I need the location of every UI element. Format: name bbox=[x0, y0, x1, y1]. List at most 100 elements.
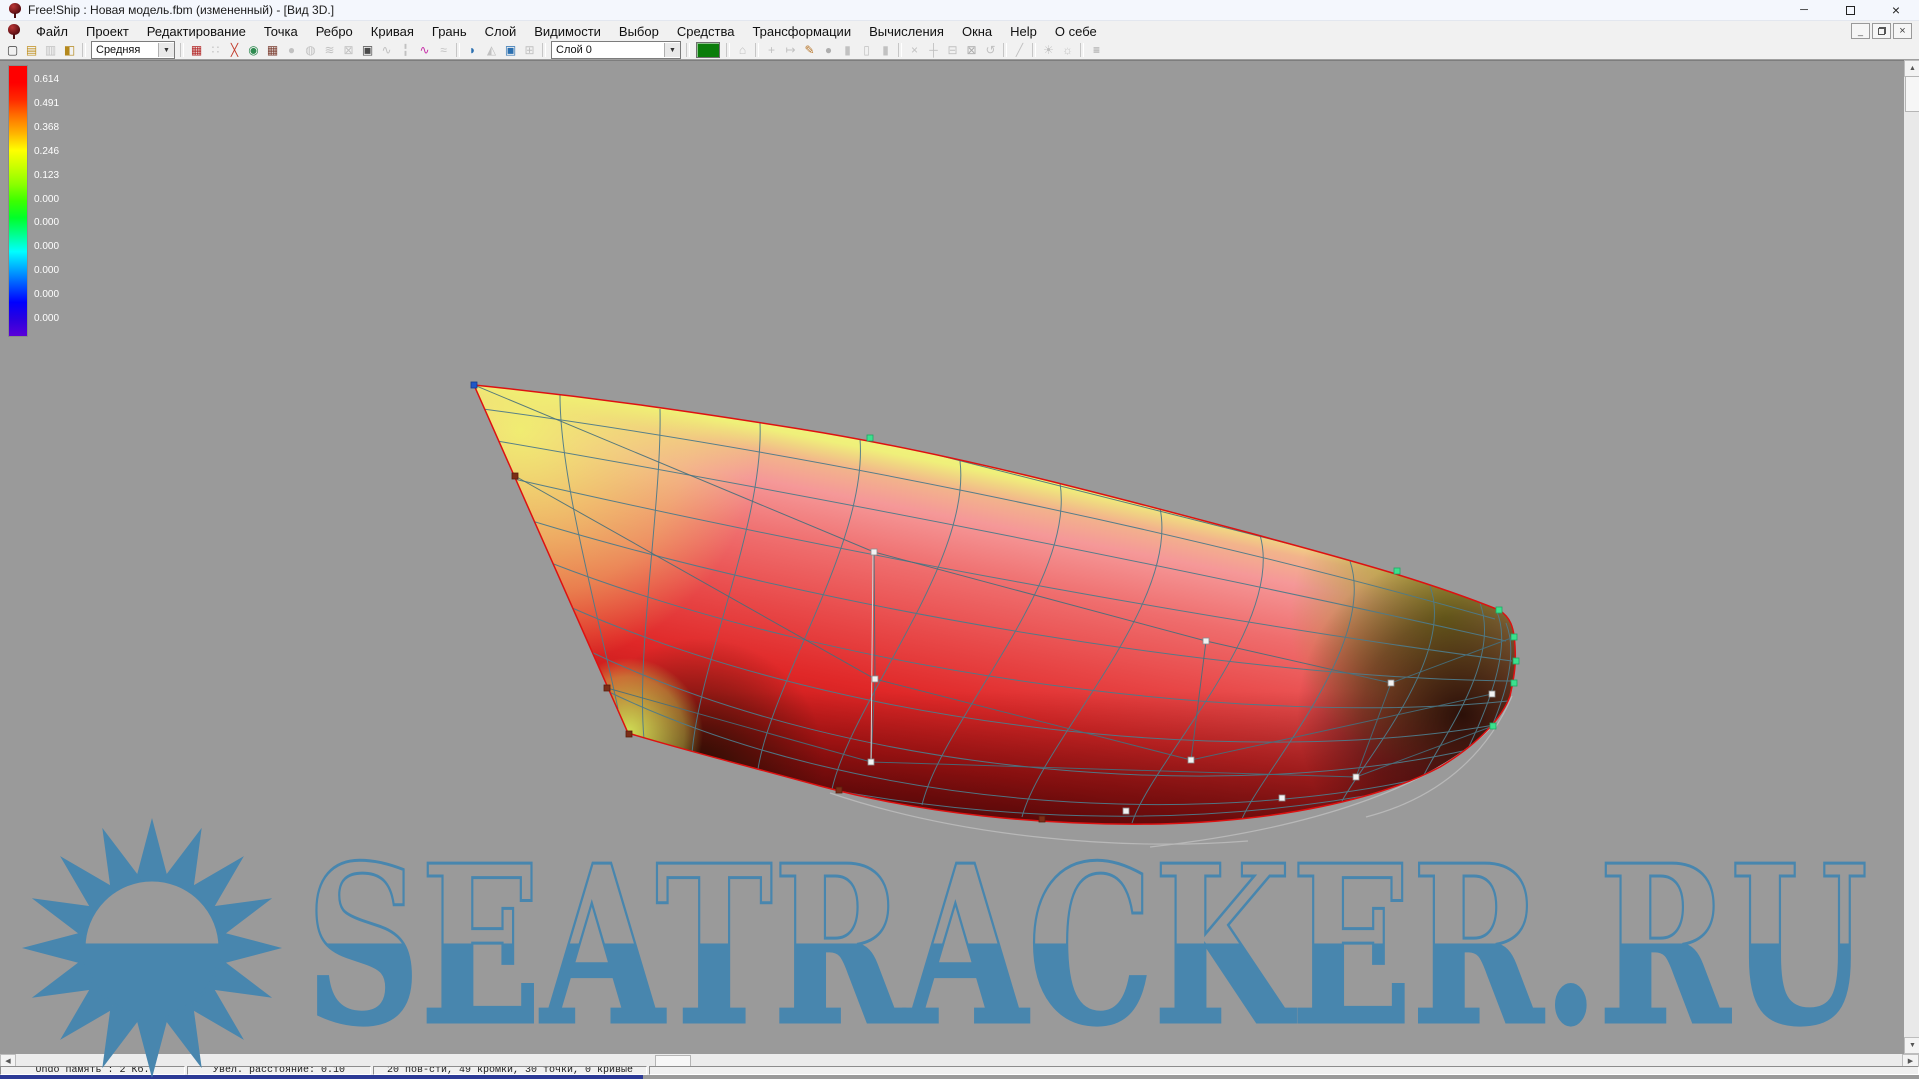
four-views-button[interactable]: ⊞ bbox=[520, 42, 539, 58]
ambient-light-button[interactable]: ☼ bbox=[1058, 42, 1077, 58]
menu-item-2[interactable]: Проект bbox=[77, 22, 138, 41]
delete-selection-button[interactable]: ≡ bbox=[1087, 42, 1106, 58]
control-point[interactable] bbox=[871, 549, 877, 555]
menu-item-16[interactable]: О себе bbox=[1046, 22, 1106, 41]
menu-item-13[interactable]: Вычисления bbox=[860, 22, 953, 41]
show-normals-button[interactable]: ⊠ bbox=[339, 42, 358, 58]
menu-item-8[interactable]: Слой bbox=[476, 22, 526, 41]
control-point[interactable] bbox=[1203, 638, 1209, 644]
open-model-button[interactable]: ▤ bbox=[22, 42, 41, 58]
control-points[interactable] bbox=[471, 382, 1519, 822]
shade-surface-icon: ● bbox=[288, 44, 295, 56]
toolbar-group: ⌂ bbox=[733, 42, 752, 58]
maximize-restore-button[interactable] bbox=[1827, 0, 1873, 20]
corner-point[interactable] bbox=[626, 731, 632, 737]
unlock-all-points-button[interactable]: ▮ bbox=[876, 42, 895, 58]
layer-color-swatch[interactable] bbox=[696, 42, 720, 58]
control-point[interactable] bbox=[1353, 774, 1359, 780]
control-point[interactable] bbox=[1188, 757, 1194, 763]
show-curvature-plot-button[interactable]: ∿ bbox=[415, 42, 434, 58]
flip-normals-button[interactable]: ● bbox=[819, 42, 838, 58]
vertical-scrollbar[interactable]: ▲ ▼ bbox=[1904, 60, 1919, 1054]
menu-item-14[interactable]: Окна bbox=[953, 22, 1001, 41]
unlock-points-button[interactable]: ▯ bbox=[857, 42, 876, 58]
developability-check-button[interactable]: ◍ bbox=[301, 42, 320, 58]
selected-point[interactable] bbox=[1511, 634, 1517, 640]
selected-point[interactable] bbox=[1511, 680, 1517, 686]
extrude-edge-button[interactable]: ↺ bbox=[981, 42, 1000, 58]
subdivide-net-button[interactable]: ⊠ bbox=[962, 42, 981, 58]
show-waterlines-button[interactable]: ∿ bbox=[377, 42, 396, 58]
profile-view-button[interactable]: ◭ bbox=[482, 42, 501, 58]
menu-item-15[interactable]: Help bbox=[1001, 22, 1046, 41]
menu-item-9[interactable]: Видимости bbox=[525, 22, 610, 41]
menu-item-3[interactable]: Редактирование bbox=[138, 22, 255, 41]
control-point[interactable] bbox=[1123, 808, 1129, 814]
add-point-button[interactable]: + bbox=[762, 42, 781, 58]
vertical-scroll-thumb[interactable] bbox=[1905, 76, 1919, 112]
save-model-button[interactable]: ▥ bbox=[41, 42, 60, 58]
show-control-net-button[interactable]: ▦ bbox=[187, 42, 206, 58]
control-point[interactable] bbox=[868, 759, 874, 765]
lock-points-button[interactable]: ▮ bbox=[838, 42, 857, 58]
control-point[interactable] bbox=[1489, 691, 1495, 697]
menu-item-7[interactable]: Грань bbox=[423, 22, 476, 41]
mdi-restore-button[interactable] bbox=[1872, 23, 1891, 39]
viewport-3d[interactable]: 0.6140.4910.3680.2460.1230.0000.0000.000… bbox=[0, 60, 1904, 1055]
gaussian-curvature-button[interactable]: ◉ bbox=[244, 42, 263, 58]
menu-item-11[interactable]: Средства bbox=[668, 22, 744, 41]
menu-item-12[interactable]: Трансформации bbox=[743, 22, 860, 41]
fair-curve-button[interactable]: ≈ bbox=[434, 42, 453, 58]
control-point[interactable] bbox=[872, 676, 878, 682]
selected-point[interactable] bbox=[1394, 568, 1400, 574]
close-button[interactable]: × bbox=[1873, 0, 1919, 20]
collapse-point-button[interactable]: × bbox=[905, 42, 924, 58]
menu-item-4[interactable]: Точка bbox=[255, 22, 307, 41]
align-points-button[interactable]: ↦ bbox=[781, 42, 800, 58]
insert-plane-button[interactable]: ┼ bbox=[924, 42, 943, 58]
minimize-button[interactable]: ─ bbox=[1781, 0, 1827, 20]
mdi-child-icon[interactable] bbox=[8, 24, 21, 39]
menu-item-10[interactable]: Выбор bbox=[610, 22, 668, 41]
corner-point[interactable] bbox=[1039, 816, 1045, 822]
insert-edge-button[interactable]: ╱ bbox=[1010, 42, 1029, 58]
layer-combobox[interactable]: Слой 0▼ bbox=[551, 41, 681, 59]
chevron-down-icon[interactable]: ▼ bbox=[158, 43, 174, 57]
zebra-shading-button[interactable]: ≋ bbox=[320, 42, 339, 58]
light-settings-button[interactable]: ☀ bbox=[1039, 42, 1058, 58]
show-interior-edges-button[interactable]: ╳ bbox=[225, 42, 244, 58]
control-point[interactable] bbox=[1388, 680, 1394, 686]
corner-point[interactable] bbox=[836, 787, 842, 793]
scroll-down-arrow-icon[interactable]: ▼ bbox=[1904, 1037, 1919, 1054]
wireframe-view-button[interactable]: ▣ bbox=[358, 42, 377, 58]
new-model-button[interactable]: ▢ bbox=[3, 42, 22, 58]
corner-point[interactable] bbox=[604, 685, 610, 691]
control-point[interactable] bbox=[1279, 795, 1285, 801]
menu-item-6[interactable]: Кривая bbox=[362, 22, 423, 41]
show-control-points-button[interactable]: ∷ bbox=[206, 42, 225, 58]
horizontal-scrollbar[interactable]: ◀ ▶ bbox=[0, 1054, 1919, 1066]
layer-properties-button[interactable]: ⌂ bbox=[733, 42, 752, 58]
corner-point[interactable] bbox=[512, 473, 518, 479]
new-face-button[interactable]: ✎ bbox=[800, 42, 819, 58]
intersect-layers-button[interactable]: ⊟ bbox=[943, 42, 962, 58]
mdi-close-button[interactable]: × bbox=[1893, 23, 1912, 39]
selected-point[interactable] bbox=[1490, 723, 1496, 729]
exit-button[interactable]: ◧ bbox=[60, 42, 79, 58]
precision-combobox[interactable]: Средняя▼ bbox=[91, 41, 175, 59]
anchor-point[interactable] bbox=[471, 382, 477, 388]
selected-point[interactable] bbox=[867, 435, 873, 441]
scroll-up-arrow-icon[interactable]: ▲ bbox=[1904, 60, 1919, 77]
menu-item-1[interactable]: Файл bbox=[27, 22, 77, 41]
show-grid-button[interactable]: ▦ bbox=[263, 42, 282, 58]
selected-point[interactable] bbox=[1513, 658, 1519, 664]
mdi-minimize-button[interactable]: _ bbox=[1851, 23, 1870, 39]
selected-point[interactable] bbox=[1496, 607, 1502, 613]
shade-surface-button[interactable]: ● bbox=[282, 42, 301, 58]
legend-value: 0.000 bbox=[34, 266, 80, 276]
chevron-down-icon[interactable]: ▼ bbox=[664, 43, 680, 57]
menu-item-5[interactable]: Ребро bbox=[307, 22, 362, 41]
perspective-view-button[interactable]: ◗ bbox=[463, 42, 482, 58]
show-stations-button[interactable]: ╏ bbox=[396, 42, 415, 58]
shaded-view-button[interactable]: ▣ bbox=[501, 42, 520, 58]
